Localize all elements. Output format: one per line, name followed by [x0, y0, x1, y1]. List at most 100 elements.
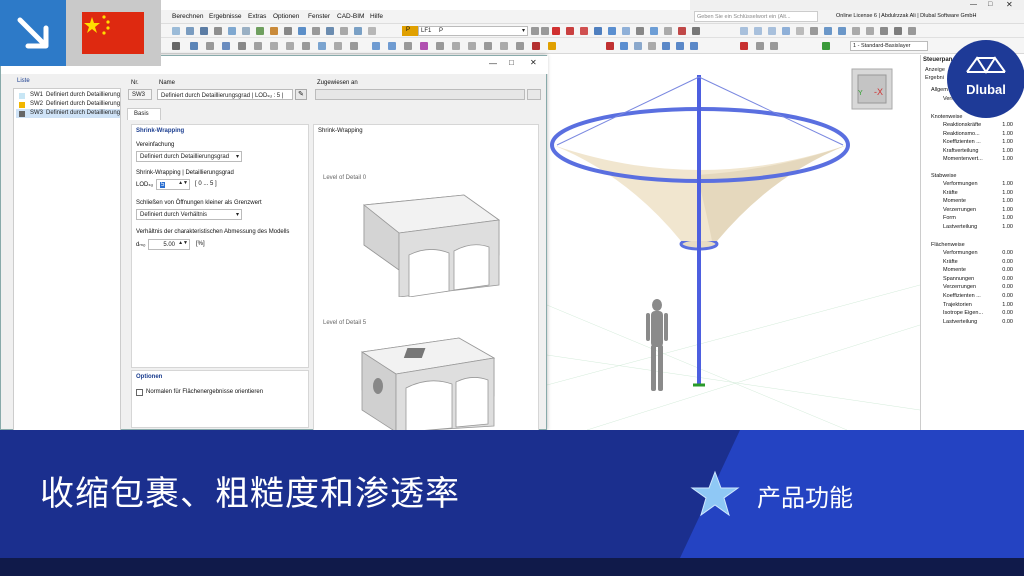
section-surfaces[interactable]: Flächenweise [931, 242, 965, 248]
cube-icon[interactable] [676, 42, 684, 50]
view-side-icon[interactable] [768, 27, 776, 35]
next-icon[interactable] [541, 27, 549, 35]
control-panel-tab-display[interactable]: Anzeige [925, 67, 945, 73]
zoom-all-icon[interactable] [824, 27, 832, 35]
spline-icon[interactable] [318, 42, 326, 50]
print-graphic-icon[interactable] [880, 27, 888, 35]
more-icon[interactable] [908, 27, 916, 35]
new-icon[interactable] [172, 27, 180, 35]
menu-berechnen[interactable]: Berechnen [172, 13, 203, 20]
print-icon[interactable] [214, 27, 222, 35]
line-icon[interactable] [270, 42, 278, 50]
node-icon[interactable] [580, 27, 588, 35]
mirror-icon[interactable] [404, 42, 412, 50]
table-icon[interactable] [228, 27, 236, 35]
view-icon[interactable] [298, 27, 306, 35]
measure-icon[interactable] [636, 27, 644, 35]
support-icon[interactable] [190, 42, 198, 50]
grid-snap-icon[interactable] [662, 42, 670, 50]
select-icon[interactable] [552, 27, 560, 35]
minimize-icon[interactable]: — [489, 59, 497, 68]
save-icon[interactable] [200, 27, 208, 35]
normals-checkbox[interactable] [136, 389, 143, 396]
view-top-icon[interactable] [754, 27, 762, 35]
guide-icon[interactable] [648, 42, 656, 50]
extend-icon[interactable] [484, 42, 492, 50]
ratio-input[interactable]: 5.00 ▲▼ [148, 239, 190, 250]
load-case-select[interactable]: LF1 P ▾ [418, 26, 528, 36]
open-icon[interactable] [186, 27, 194, 35]
frame-icon[interactable] [172, 42, 180, 50]
lock-icon[interactable] [756, 42, 764, 50]
panel-row[interactable]: Reaktionsmo... 1.00 [943, 131, 1021, 140]
restore-icon[interactable]: □ [988, 1, 992, 8]
results-icon[interactable] [270, 27, 278, 35]
trim-icon[interactable] [500, 42, 508, 50]
clip-icon[interactable] [634, 42, 642, 50]
arc-icon[interactable] [286, 42, 294, 50]
nr-field[interactable]: SW3 [128, 89, 152, 100]
panel-row[interactable]: Isotrope Eigen... 0.00 [943, 310, 1021, 319]
section-nodes[interactable]: Knotenweise [931, 114, 963, 120]
close-openings-select[interactable]: Definiert durch Verhältnis ▾ [136, 209, 242, 220]
section-general[interactable]: Allgem [931, 87, 948, 93]
member-icon[interactable] [594, 27, 602, 35]
panel-row[interactable]: Koeffizienten ... 1.00 [943, 139, 1021, 148]
assign-picker-icon[interactable] [527, 89, 541, 100]
vereinfachung-select[interactable]: Definiert durch Detaillierungsgrad ▾ [136, 151, 242, 162]
unlock-icon[interactable] [770, 42, 778, 50]
panel-row[interactable]: Verzerrungen 0.00 [943, 284, 1021, 293]
close-icon[interactable]: ✕ [530, 58, 537, 67]
panel-row[interactable]: Spannungen 0.00 [943, 276, 1021, 285]
offset-icon[interactable] [516, 42, 524, 50]
keyword-search-input[interactable]: Geben Sie ein Schlüsselwort ein (Alt... [694, 11, 818, 22]
material-icon[interactable] [222, 42, 230, 50]
panel-row[interactable]: Kraftverteilung 1.00 [943, 148, 1021, 157]
menu-optionen[interactable]: Optionen [273, 13, 299, 20]
export-icon[interactable] [894, 27, 902, 35]
pan-icon[interactable] [852, 27, 860, 35]
render-icon[interactable] [312, 27, 320, 35]
section-icon[interactable] [326, 27, 334, 35]
panel-row[interactable]: Verformungen 0.00 [943, 250, 1021, 259]
list-item[interactable]: SW2 Definiert durch Detaillierung [16, 100, 120, 109]
menu-ergebnisse[interactable]: Ergebnisse [209, 13, 242, 20]
divide-icon[interactable] [452, 42, 460, 50]
maximize-icon[interactable]: □ [509, 58, 514, 67]
toggle-icon[interactable] [650, 27, 658, 35]
color-icon[interactable] [548, 42, 556, 50]
view-iso-icon[interactable] [782, 27, 790, 35]
join-icon[interactable] [468, 42, 476, 50]
panel-row[interactable]: Momente 1.00 [943, 198, 1021, 207]
opening-icon[interactable] [334, 42, 342, 50]
zoom-window-icon[interactable] [838, 27, 846, 35]
surface-icon[interactable] [608, 27, 616, 35]
panel-row[interactable]: Reaktionskräfte 1.00 [943, 122, 1021, 131]
rotate-icon[interactable] [866, 27, 874, 35]
animation-icon[interactable] [692, 27, 700, 35]
name-field[interactable]: Definiert durch Detaillierungsgrad | LOD… [157, 89, 293, 100]
layer-select[interactable]: 1 - Standard-Basislayer [850, 41, 928, 51]
layer-icon[interactable] [606, 42, 614, 50]
panel-row[interactable]: Verformungen 1.00 [943, 181, 1021, 190]
control-panel-tab-results[interactable]: Ergebni [925, 75, 944, 81]
close-icon[interactable]: ✕ [1006, 0, 1013, 9]
panel-row[interactable]: Kräfte 1.00 [943, 190, 1021, 199]
snap-icon[interactable] [566, 27, 574, 35]
solid-icon[interactable] [622, 27, 630, 35]
move-icon[interactable] [372, 42, 380, 50]
panel-row[interactable]: Lastverteilung 1.00 [943, 224, 1021, 233]
thickness-icon[interactable] [254, 42, 262, 50]
menu-cad-bim[interactable]: CAD-BIM [337, 13, 364, 20]
panel-row[interactable]: Lastverteilung 0.00 [943, 319, 1021, 328]
menu-fenster[interactable]: Fenster [308, 13, 330, 20]
panel-row[interactable]: Momente 0.00 [943, 267, 1021, 276]
list-item[interactable]: SW3 Definiert durch Detaillierung [16, 109, 120, 118]
display-icon[interactable] [664, 27, 672, 35]
copy-icon[interactable] [242, 27, 250, 35]
delete-icon[interactable] [740, 42, 748, 50]
load-icon[interactable] [340, 27, 348, 35]
menu-extras[interactable]: Extras [248, 13, 266, 20]
panel-row[interactable]: Kräfte 0.00 [943, 259, 1021, 268]
menu-hilfe[interactable]: Hilfe [370, 13, 383, 20]
